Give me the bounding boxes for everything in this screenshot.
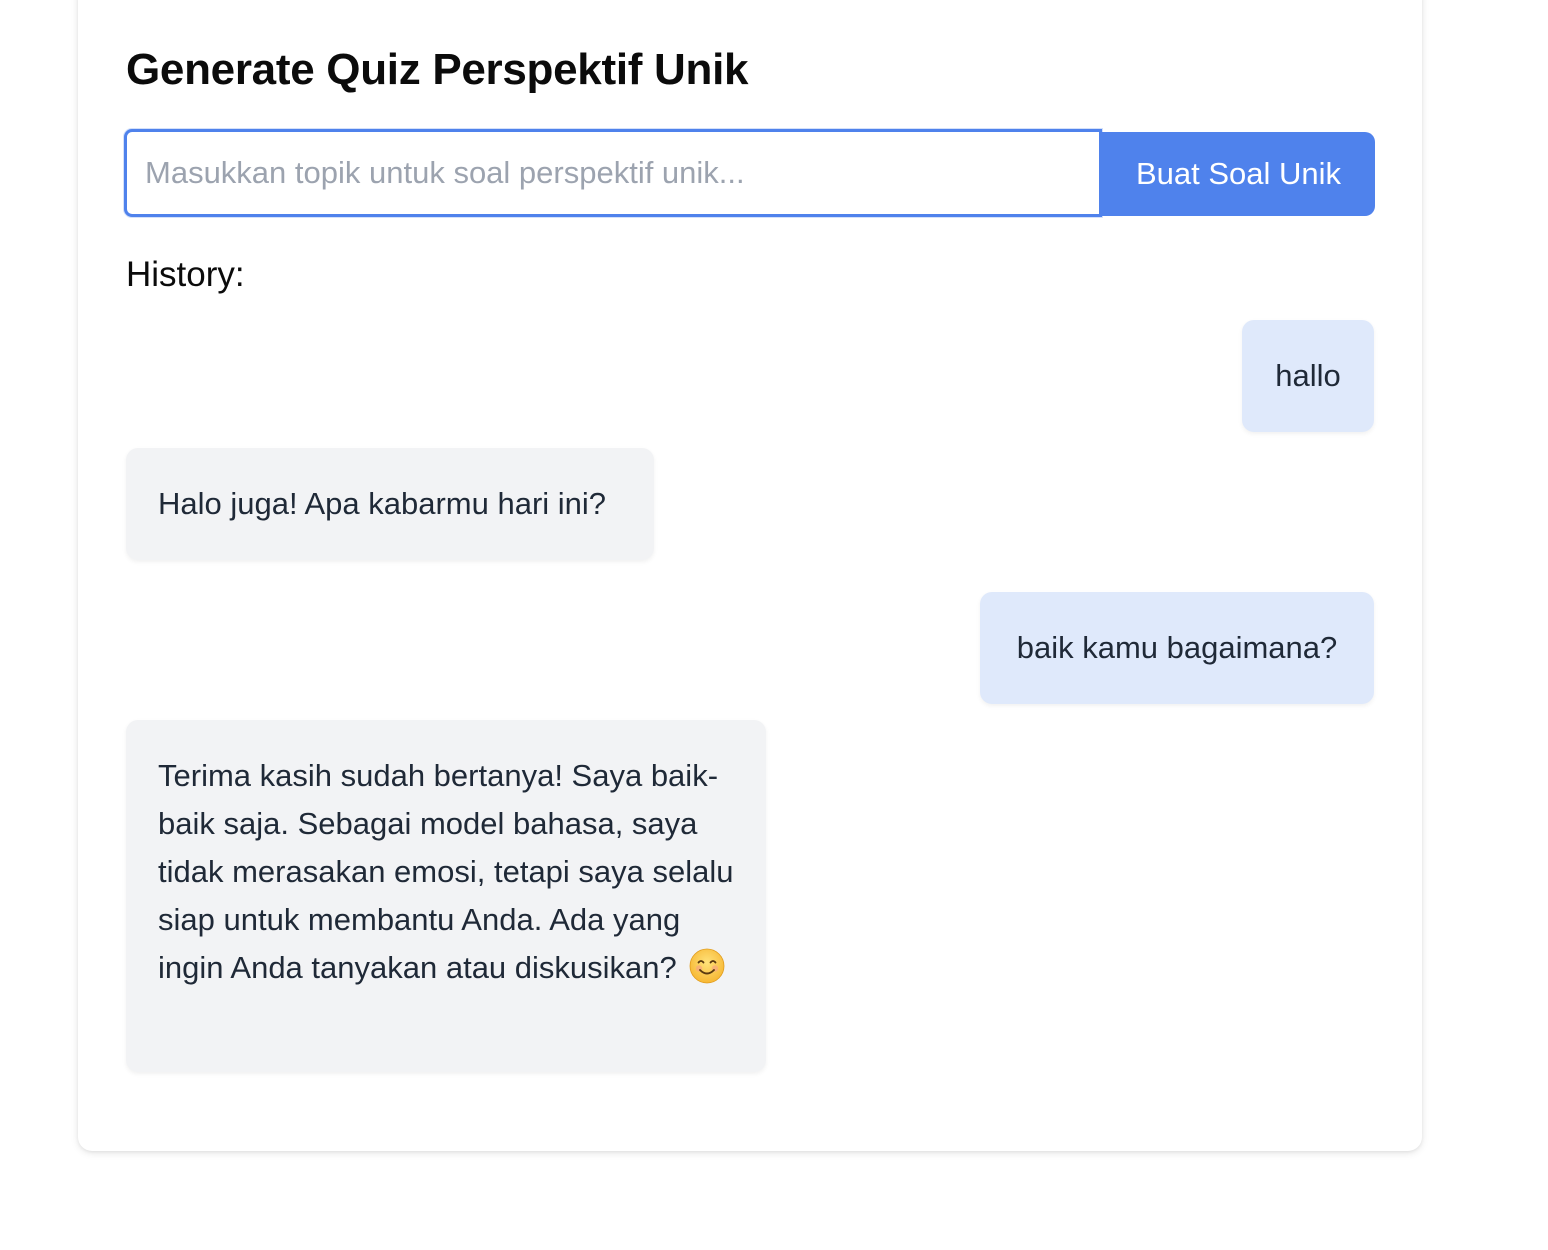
message-text: baik kamu bagaimana? (1016, 630, 1338, 665)
topic-input[interactable] (124, 129, 1102, 217)
topic-form: Buat Soal Unik (124, 129, 1375, 217)
assistant-message: Halo juga! Apa kabarmu hari ini? (126, 448, 654, 560)
user-message: baik kamu bagaimana? (980, 592, 1374, 704)
page-title: Generate Quiz Perspektif Unik (126, 45, 749, 94)
message-text: hallo (1275, 358, 1341, 393)
generate-button[interactable]: Buat Soal Unik (1102, 132, 1375, 216)
smiling-face-icon (689, 948, 725, 984)
quiz-card: Generate Quiz Perspektif Unik Buat Soal … (78, 0, 1422, 1151)
message-text: Terima kasih sudah bertanya! Saya baik-b… (158, 758, 734, 985)
message-text-block: Terima kasih sudah bertanya! Saya baik-b… (158, 752, 736, 992)
history-heading: History: (126, 255, 245, 294)
assistant-message: Terima kasih sudah bertanya! Saya baik-b… (126, 720, 766, 1072)
user-message: hallo (1242, 320, 1374, 432)
message-text: Halo juga! Apa kabarmu hari ini? (158, 486, 607, 521)
